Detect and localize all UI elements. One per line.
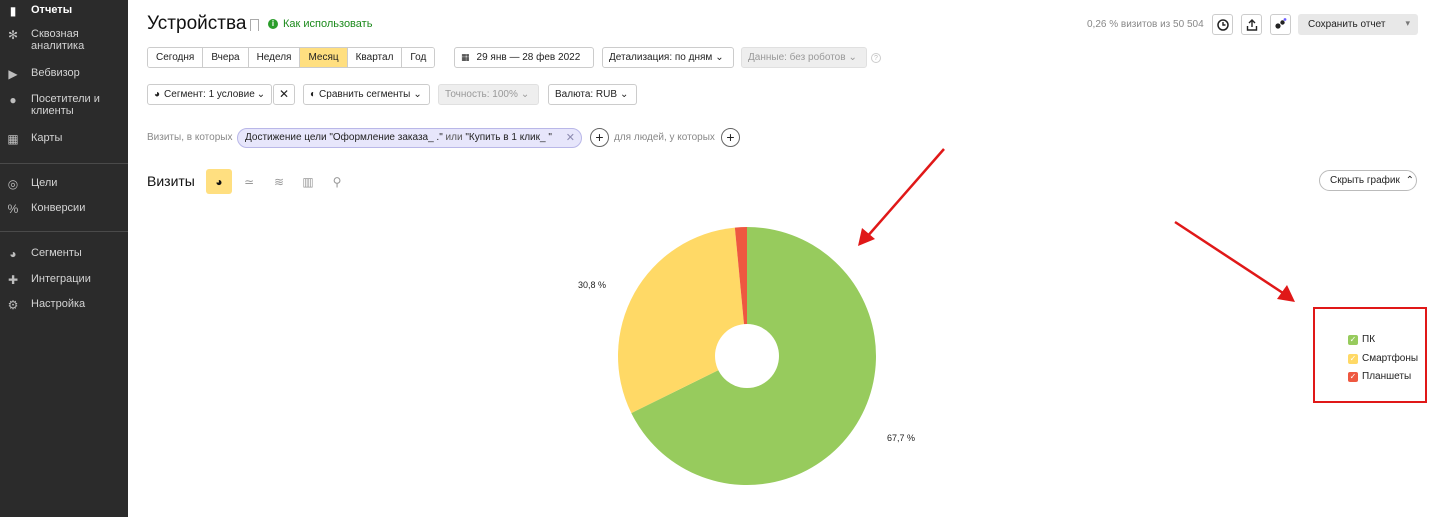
donut-hole <box>715 324 779 388</box>
legend-label: ПК <box>1362 334 1376 345</box>
checkbox-checked-icon: ✓ <box>1348 371 1358 382</box>
legend-label: Смартфоны <box>1362 353 1419 364</box>
data-label-pc: 67,7 % <box>887 433 916 443</box>
legend-label: Планшеты <box>1362 371 1412 382</box>
checkbox-checked-icon: ✓ <box>1348 353 1358 364</box>
legend-item-tablets[interactable]: ✓ Планшеты <box>1348 371 1411 382</box>
checkbox-checked-icon: ✓ <box>1348 334 1358 345</box>
pie-chart <box>618 227 877 486</box>
legend-item-smartphones[interactable]: ✓ Смартфоны <box>1348 353 1418 364</box>
data-label-smartphones: 30,8 % <box>578 280 607 290</box>
chart-legend: ✓ ПК ✓ Смартфоны ✓ Планшеты <box>1313 307 1427 403</box>
legend-item-pc[interactable]: ✓ ПК <box>1348 334 1375 345</box>
